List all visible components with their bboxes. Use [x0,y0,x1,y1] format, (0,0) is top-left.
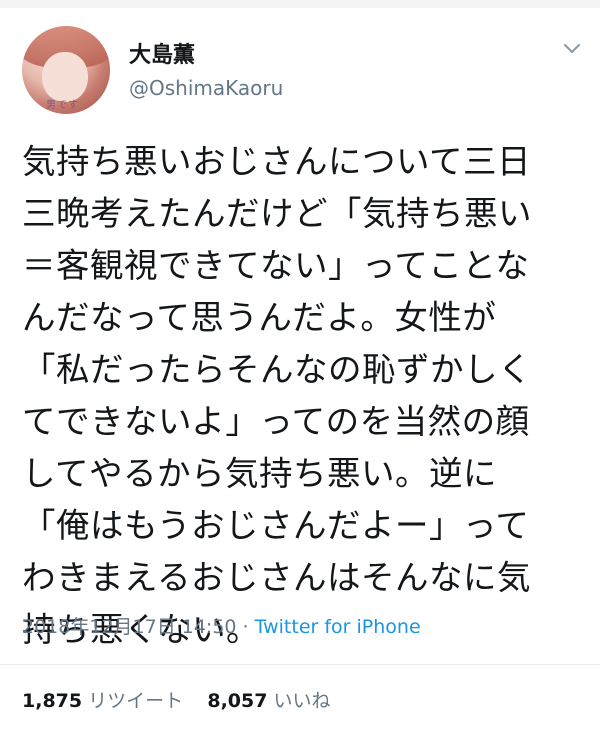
like-stat[interactable]: 8,057 いいね [207,690,330,712]
tweet-text-line: 三晩考えたんだけど「気持ち悪い [22,194,532,233]
tweet-stats: 1,875 リツイート 8,057 いいね [22,686,331,713]
tweet-timestamp[interactable]: 2018年12月17日 14:50 [22,616,237,638]
tweet-text: 気持ち悪いおじさんについて三日 三晩考えたんだけど「気持ち悪い ＝客観視できてな… [22,136,582,656]
divider [0,664,600,665]
retweet-count: 1,875 [22,690,83,712]
tweet-text-line: ＝客観視できてない」ってことな [22,246,530,285]
tweet-text-line: 「俺はもうおじさんだよー」って [22,506,530,545]
avatar[interactable]: 男です [22,26,110,114]
like-count: 8,057 [207,690,268,712]
tweet-meta: 2018年12月17日 14:50 · Twitter for iPhone [22,612,421,639]
like-label: いいね [273,690,331,712]
user-handle[interactable]: @OshimaKaoru [129,76,283,100]
retweet-label: リツイート [88,690,184,712]
tweet-text-line: てできないよ」ってのを当然の顔 [22,402,530,441]
tweet-text-line: 「私だったらそんなの恥ずかしく [22,350,532,389]
tweet-text-line: わきまえるおじさんはそんなに気 [22,558,531,597]
meta-separator: · [236,616,255,638]
tweet-text-line: してやるから気持ち悪い。逆に [22,454,497,493]
display-name[interactable]: 大島薫 [129,37,195,69]
retweet-stat[interactable]: 1,875 リツイート [22,690,183,712]
avatar-caption: 男です [46,100,79,111]
tweet-source-link[interactable]: Twitter for iPhone [255,616,421,638]
chevron-down-icon[interactable] [562,38,582,58]
top-strip [0,0,600,8]
tweet-text-line: 気持ち悪いおじさんについて三日 [22,142,531,181]
avatar-face [42,52,88,102]
tweet-text-line: んだなって思うんだよ。女性が [22,298,497,337]
tweet-card: 男です 大島薫 @OshimaKaoru 気持ち悪いおじさんについて三日 三晩考… [0,0,600,731]
